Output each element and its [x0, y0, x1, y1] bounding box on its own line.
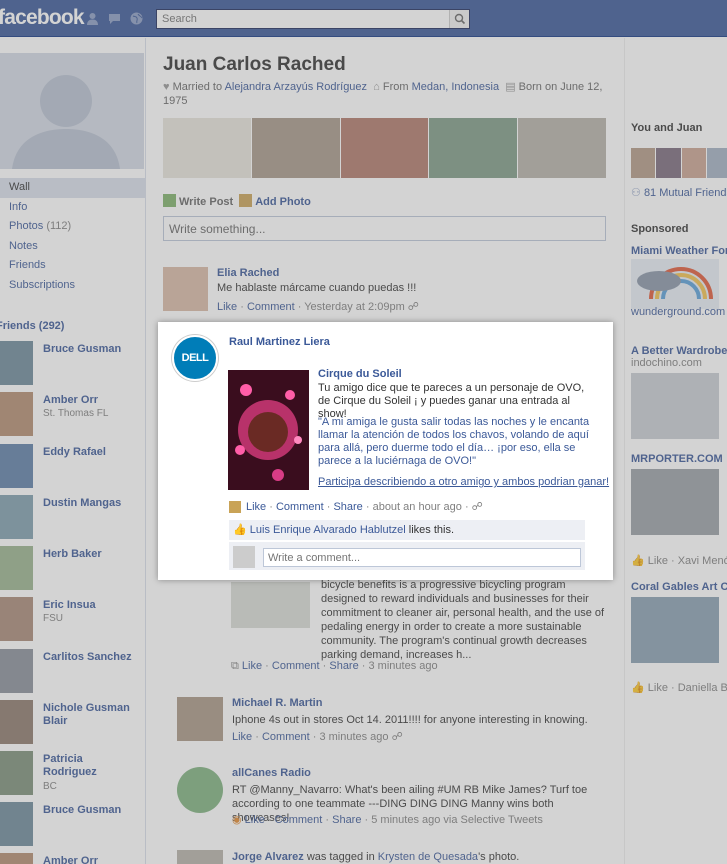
app-icon	[229, 500, 241, 513]
attachment-quote: "A mi amiga le gusta salir todas las noc…	[318, 416, 590, 467]
likes-suffix: likes this.	[408, 524, 455, 536]
viewer-avatar	[233, 546, 255, 568]
comment-link[interactable]: Comment	[276, 501, 324, 513]
dell-logo[interactable]: DELL	[172, 335, 218, 381]
like-thumb-icon: 👍	[233, 524, 247, 536]
share-link[interactable]: Share	[333, 501, 362, 513]
like-link[interactable]: Like	[246, 501, 266, 513]
story-actions: Like · Comment · Share · about an hour a…	[229, 500, 483, 513]
comment-input[interactable]	[263, 548, 581, 567]
story-time: about an hour ago	[372, 500, 462, 513]
attachment-image[interactable]	[228, 370, 309, 490]
liker-link[interactable]: Luis Enrique Alvarado Hablutzel	[250, 524, 406, 536]
friends-audience-icon: ☍	[471, 501, 483, 513]
comment-box	[229, 542, 585, 570]
likes-bar: 👍 Luis Enrique Alvarado Hablutzel likes …	[229, 520, 585, 540]
dell-logo-text: DELL	[181, 352, 209, 364]
ovo-character-photo	[228, 370, 309, 490]
story-author[interactable]: Raul Martinez Liera	[229, 336, 330, 348]
attachment-cta-link[interactable]: Participa describiendo a otro amigo y am…	[318, 476, 609, 488]
highlighted-story: DELL Raul Martinez Liera Cirque du Solei…	[158, 322, 613, 580]
attachment-title[interactable]: Cirque du Soleil	[318, 368, 402, 380]
